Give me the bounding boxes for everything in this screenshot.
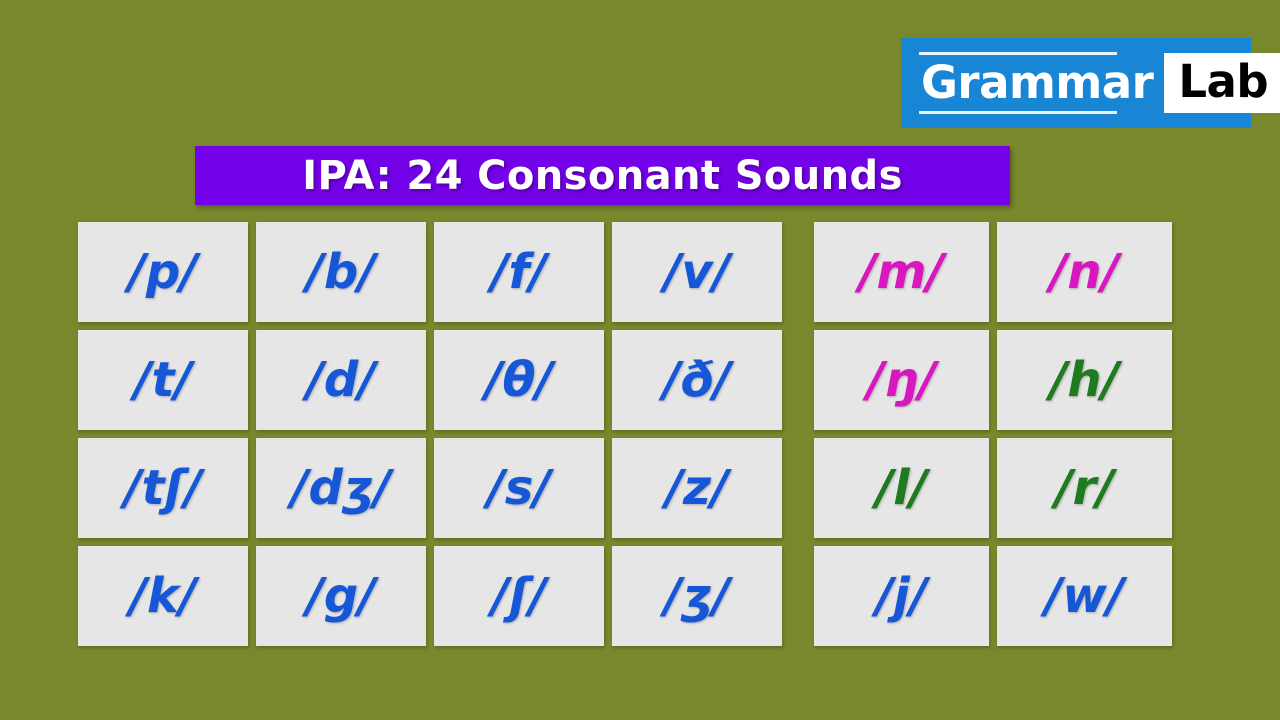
phoneme-symbol: /t/ bbox=[133, 352, 192, 408]
phoneme-cell[interactable]: /ŋ/ bbox=[814, 330, 989, 430]
phoneme-symbol: /tʃ/ bbox=[124, 460, 202, 516]
grammar-lab-logo: Grammar Lab bbox=[901, 38, 1280, 128]
phoneme-symbol: /s/ bbox=[487, 460, 551, 516]
phoneme-cell[interactable]: /dʒ/ bbox=[256, 438, 426, 538]
phoneme-cell[interactable]: /n/ bbox=[997, 222, 1172, 322]
phoneme-cell[interactable]: /l/ bbox=[814, 438, 989, 538]
phoneme-cell[interactable]: /k/ bbox=[78, 546, 248, 646]
logo-primary-text: Grammar bbox=[921, 56, 1154, 109]
phoneme-cell[interactable]: /ʃ/ bbox=[434, 546, 604, 646]
phoneme-symbol: /l/ bbox=[875, 460, 928, 516]
phoneme-symbol: /r/ bbox=[1055, 460, 1114, 516]
logo-primary-wrap: Grammar bbox=[919, 52, 1154, 114]
phoneme-cell[interactable]: /θ/ bbox=[434, 330, 604, 430]
phoneme-symbol: /g/ bbox=[306, 568, 376, 624]
phoneme-symbol: /n/ bbox=[1049, 244, 1120, 300]
phoneme-symbol: /z/ bbox=[665, 460, 729, 516]
title-banner: IPA: 24 Consonant Sounds bbox=[195, 146, 1010, 205]
phoneme-cell[interactable]: /ʒ/ bbox=[612, 546, 782, 646]
phoneme-symbol: /h/ bbox=[1049, 352, 1120, 408]
phoneme-cell[interactable]: /f/ bbox=[434, 222, 604, 322]
phoneme-symbol: /v/ bbox=[663, 244, 731, 300]
phoneme-cell[interactable]: /s/ bbox=[434, 438, 604, 538]
phoneme-symbol: /f/ bbox=[491, 244, 547, 300]
phoneme-symbol: /m/ bbox=[858, 244, 945, 300]
phoneme-cell[interactable]: /j/ bbox=[814, 546, 989, 646]
sonorant-group: /m/ /ŋ/ /l/ /j/ /n/ /h/ /r/ /w/ bbox=[814, 222, 1172, 646]
phoneme-symbol: /θ/ bbox=[484, 352, 554, 408]
obstruent-group: /p/ /t/ /tʃ/ /k/ /b/ /d/ /dʒ/ /g/ /f/ /θ/ /s/ /ʃ/ /v… bbox=[78, 222, 782, 646]
phoneme-cell[interactable]: /p/ bbox=[78, 222, 248, 322]
phoneme-symbol: /ŋ/ bbox=[866, 352, 937, 408]
phoneme-symbol: /dʒ/ bbox=[290, 460, 392, 516]
phoneme-cell[interactable]: /z/ bbox=[612, 438, 782, 538]
phoneme-cell[interactable]: /r/ bbox=[997, 438, 1172, 538]
phoneme-cell[interactable]: /v/ bbox=[612, 222, 782, 322]
logo-secondary-text: Lab bbox=[1178, 55, 1269, 108]
phoneme-cell[interactable]: /tʃ/ bbox=[78, 438, 248, 538]
phoneme-cell[interactable]: /t/ bbox=[78, 330, 248, 430]
phoneme-cell[interactable]: /d/ bbox=[256, 330, 426, 430]
page-title: IPA: 24 Consonant Sounds bbox=[302, 152, 903, 199]
phoneme-cell[interactable]: /g/ bbox=[256, 546, 426, 646]
phoneme-cell[interactable]: /b/ bbox=[256, 222, 426, 322]
logo-secondary-box: Lab bbox=[1164, 53, 1280, 113]
logo-rule-bottom bbox=[919, 111, 1117, 114]
phoneme-symbol: /p/ bbox=[128, 244, 198, 300]
phoneme-cell[interactable]: /m/ bbox=[814, 222, 989, 322]
phoneme-symbol: /ʃ/ bbox=[491, 568, 547, 624]
phoneme-symbol: /w/ bbox=[1044, 568, 1125, 624]
phoneme-symbol: /ð/ bbox=[662, 352, 732, 408]
phoneme-symbol: /j/ bbox=[875, 568, 928, 624]
phoneme-symbol: /b/ bbox=[306, 244, 376, 300]
phoneme-cell[interactable]: /w/ bbox=[997, 546, 1172, 646]
phoneme-cell[interactable]: /ð/ bbox=[612, 330, 782, 430]
phoneme-cell[interactable]: /h/ bbox=[997, 330, 1172, 430]
phoneme-symbol: /k/ bbox=[129, 568, 197, 624]
consonant-grid: /p/ /t/ /tʃ/ /k/ /b/ /d/ /dʒ/ /g/ /f/ /θ/ /s/ /ʃ/ /v… bbox=[78, 222, 1172, 646]
phoneme-symbol: /d/ bbox=[306, 352, 376, 408]
phoneme-symbol: /ʒ/ bbox=[664, 568, 730, 624]
